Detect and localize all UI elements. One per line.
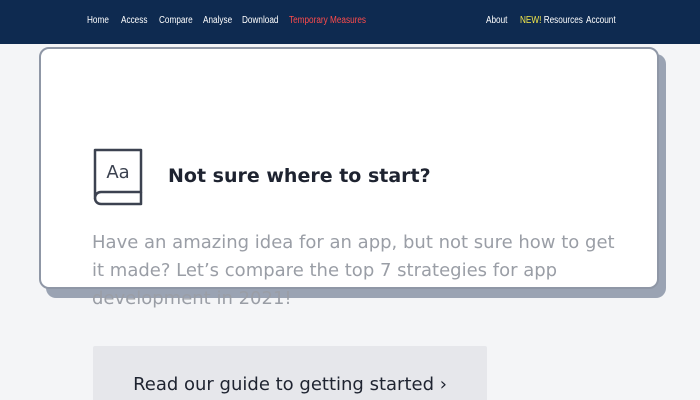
nav-temporary-measures[interactable]: Temporary Measures bbox=[289, 15, 366, 26]
nav-account[interactable]: Account bbox=[586, 15, 616, 26]
icon-text: Aa bbox=[106, 162, 129, 183]
book-icon: Aa bbox=[93, 148, 143, 206]
nav-resources[interactable]: NEW! Resources bbox=[520, 15, 583, 26]
nav-compare[interactable]: Compare bbox=[159, 15, 193, 26]
nav-about[interactable]: About bbox=[486, 15, 507, 26]
read-guide-button[interactable]: Read our guide to getting started › bbox=[93, 346, 487, 400]
card-heading: Not sure where to start? bbox=[168, 165, 431, 187]
top-navbar: Home Access Compare Analyse Download Tem… bbox=[0, 0, 700, 44]
nav-access[interactable]: Access bbox=[121, 15, 147, 26]
nav-home[interactable]: Home bbox=[87, 15, 109, 26]
new-badge: NEW! bbox=[520, 15, 542, 26]
nav-download[interactable]: Download bbox=[242, 15, 278, 26]
card-description: Have an amazing idea for an app, but not… bbox=[92, 232, 615, 309]
nav-resources-label: Resources bbox=[543, 15, 583, 26]
nav-analyse[interactable]: Analyse bbox=[203, 15, 232, 26]
